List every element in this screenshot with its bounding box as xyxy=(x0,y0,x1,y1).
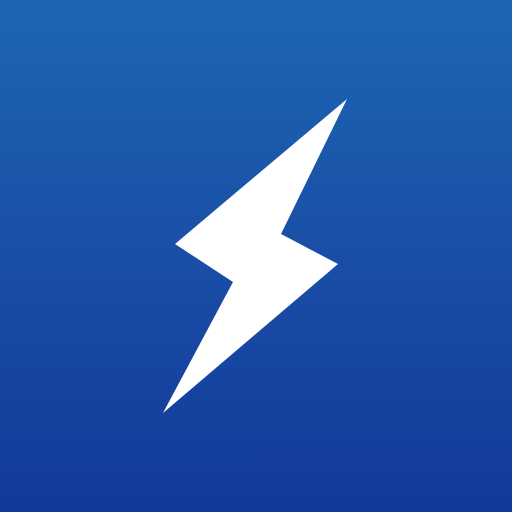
app-icon-tile xyxy=(0,0,512,512)
lightning-bolt-shape xyxy=(163,99,347,413)
lightning-bolt-icon xyxy=(163,99,347,413)
